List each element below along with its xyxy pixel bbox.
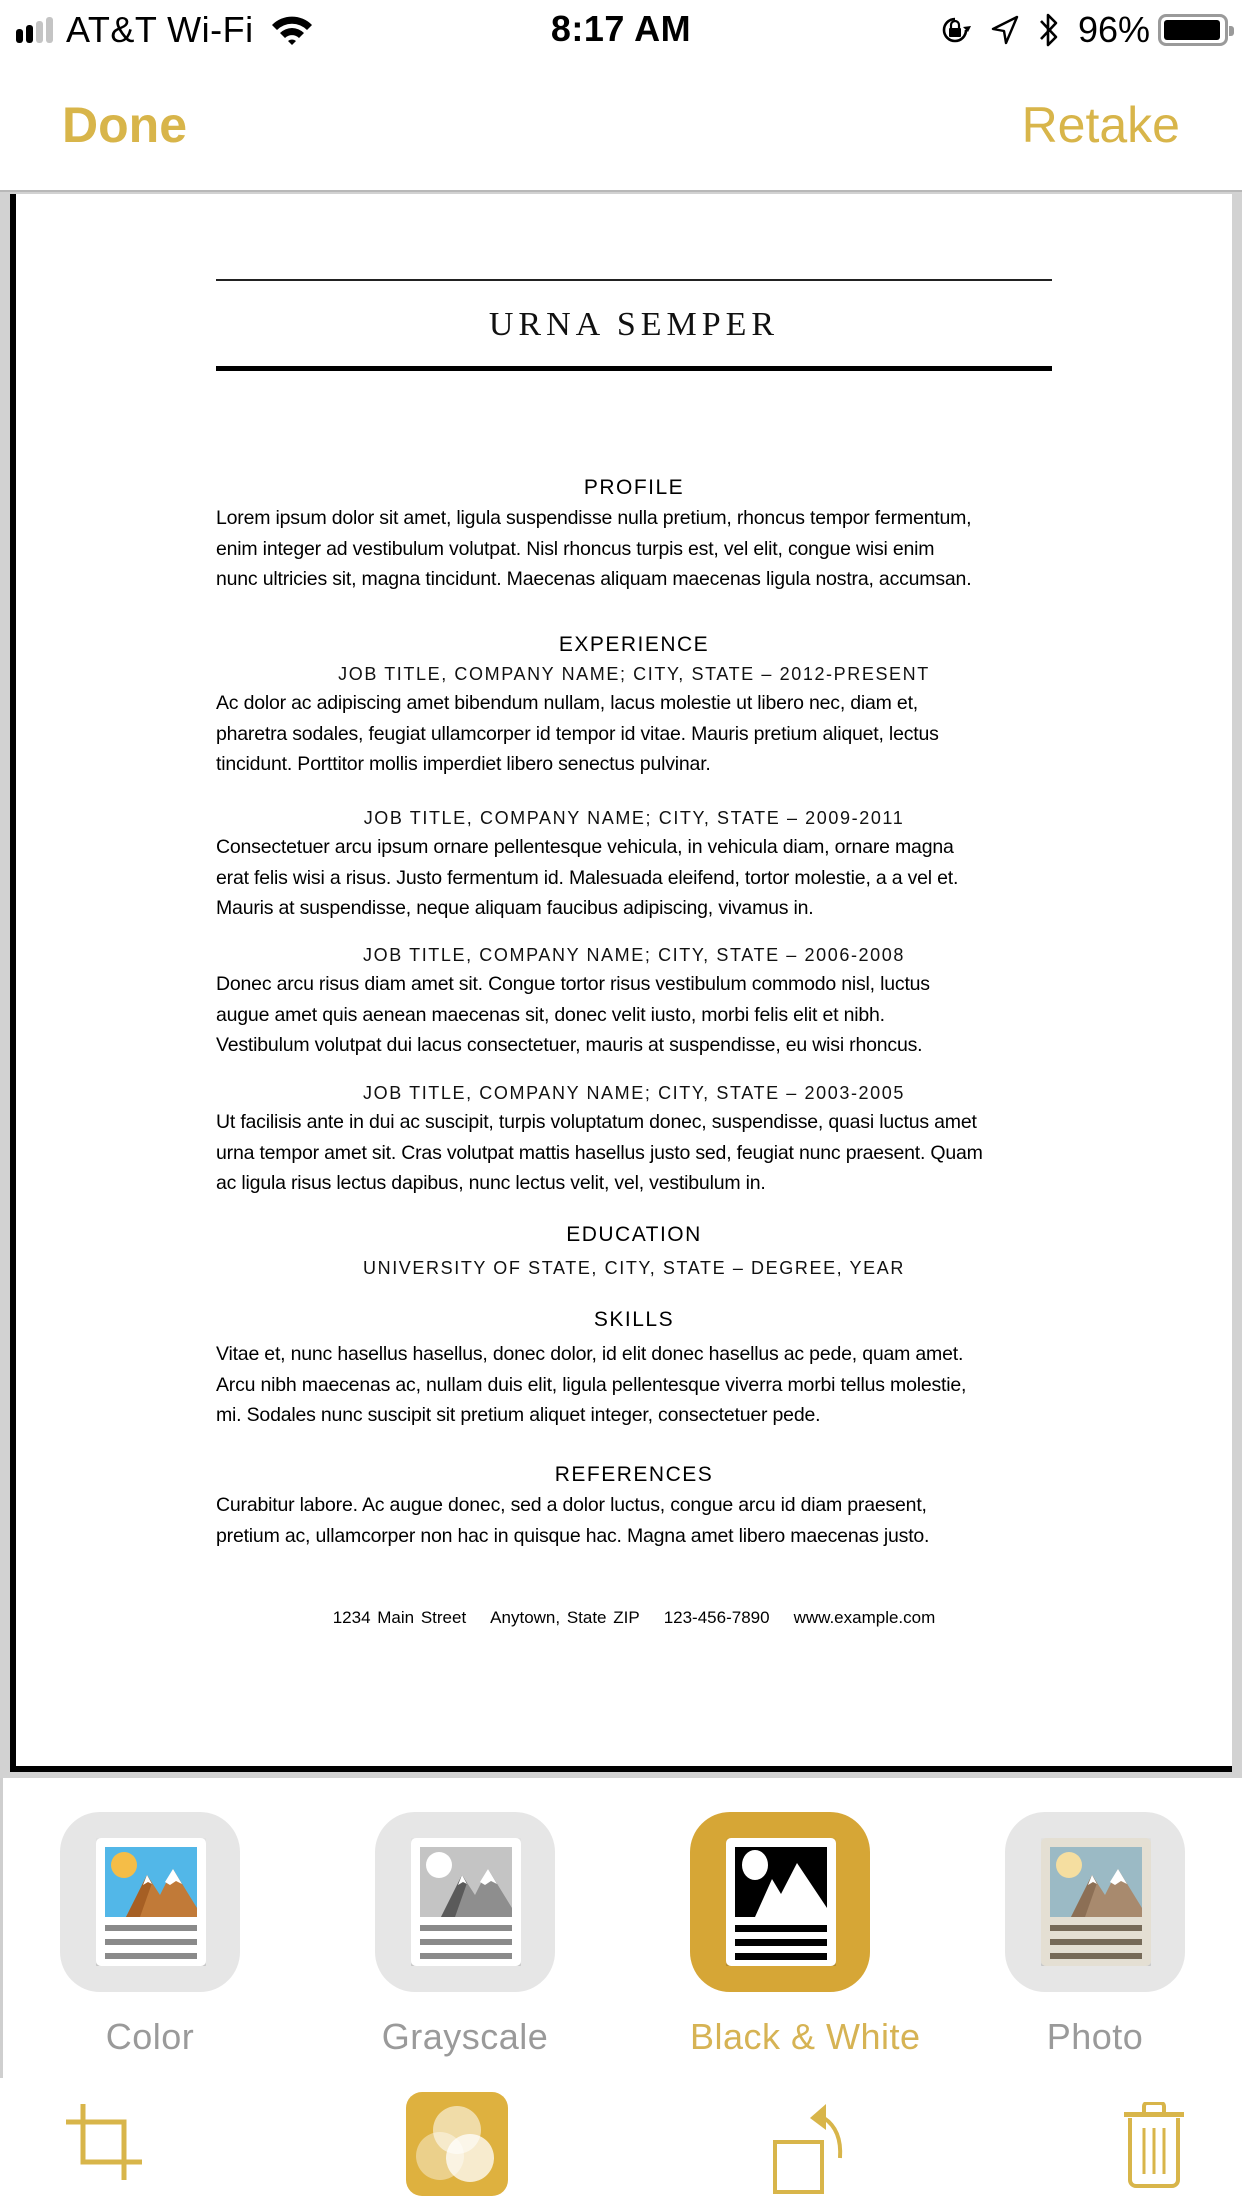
job-title: JOB TITLE, COMPANY NAME; CITY, STATE – 2…	[363, 945, 905, 965]
footer-website: www.example.com	[793, 1608, 936, 1627]
job-description: Consectetuer arcu ipsum ornare pellentes…	[216, 832, 1052, 924]
text-line: Ac dolor ac adipiscing amet bibendum nul…	[216, 692, 919, 714]
nav-bar: Done Retake	[0, 60, 1242, 190]
black-white-filter-icon	[726, 1838, 836, 1966]
orientation-lock-icon	[942, 17, 971, 43]
filter-option-grayscale[interactable]: Grayscale	[375, 1812, 559, 2058]
job-entry: JOB TITLE, COMPANY NAME; CITY, STATE – 2…	[216, 1079, 1052, 1199]
experience-heading: EXPERIENCE	[558, 633, 710, 656]
status-right: 96%	[938, 8, 1234, 52]
header-rule-top	[216, 279, 1052, 281]
text-line: Vitae et, nunc hasellus hasellus, donec …	[216, 1343, 964, 1365]
text-line: pretium ac, ullamcorper non hac in quisq…	[216, 1524, 930, 1547]
filter-tile	[375, 1812, 555, 1992]
skills-heading: SKILLS	[593, 1308, 675, 1331]
references-section: REFERENCES Curabitur labore. Ac augue do…	[216, 1460, 1052, 1551]
text-line: erat felis wisi a risus. Justo fermentum…	[216, 866, 959, 889]
job-entry: JOB TITLE, COMPANY NAME; CITY, STATE – 2…	[216, 804, 1052, 924]
header-rule-bottom	[216, 366, 1052, 371]
filter-option-color[interactable]: Color	[60, 1812, 244, 2058]
profile-heading: PROFILE	[583, 476, 685, 499]
text-line: Arcu nibh maecenas ac, nullam duis elit,…	[216, 1373, 967, 1396]
battery-icon	[1158, 14, 1234, 46]
text-line: pharetra sodales, feugiat ullamcorper id…	[216, 722, 939, 745]
rotate-icon	[773, 2104, 843, 2194]
filter-option-black-white[interactable]: Black & White	[690, 1812, 921, 2058]
grayscale-filter-icon	[411, 1838, 521, 1966]
battery-fill	[1164, 20, 1220, 40]
filter-panel: Color Grayscale Black & White Photo	[0, 1778, 1242, 2078]
filters-button[interactable]	[406, 2092, 508, 2201]
scan-preview[interactable]: URNA SEMPER PROFILE Lorem ipsum dolor si…	[0, 190, 1242, 1778]
profile-section: PROFILE Lorem ipsum dolor sit amet, ligu…	[216, 473, 1052, 595]
photo-filter-icon	[1041, 1838, 1151, 1966]
education-heading: EDUCATION	[566, 1223, 702, 1246]
delete-button[interactable]	[1124, 2101, 1184, 2193]
color-filter-icon	[96, 1838, 206, 1966]
references-paragraph: Curabitur labore. Ac augue donec, sed a …	[216, 1490, 1052, 1551]
text-line: urna tempor amet sit. Cras volutpat matt…	[216, 1141, 983, 1164]
status-bar: AT&T Wi-Fi 8:17 AM 96%	[0, 0, 1242, 60]
filter-label: Grayscale	[381, 2016, 549, 2057]
document-name: URNA SEMPER	[488, 306, 780, 343]
text-line: Donec arcu risus diam amet sit. Congue t…	[216, 973, 930, 995]
retake-button[interactable]: Retake	[1022, 96, 1180, 154]
text-line: Ut facilisis ante in dui ac suscipit, tu…	[216, 1111, 977, 1133]
filter-label: Color	[105, 2016, 195, 2057]
trash-icon	[1124, 2101, 1184, 2188]
job-title: JOB TITLE, COMPANY NAME; CITY, STATE – 2…	[363, 808, 905, 828]
skills-section: SKILLS Vitae et, nunc hasellus hasellus,…	[216, 1305, 1052, 1431]
text-line: Mauris at suspendisse, neque aliquam fau…	[216, 897, 814, 919]
footer-phone: 123-456-7890	[663, 1608, 770, 1627]
job-description: Donec arcu risus diam amet sit. Congue t…	[216, 969, 1052, 1061]
filter-option-photo[interactable]: Photo	[1005, 1812, 1189, 2058]
education-entry: UNIVERSITY OF STATE, CITY, STATE – DEGRE…	[363, 1258, 905, 1278]
text-line: augue amet quis aenean maecenas sit, don…	[216, 1003, 885, 1026]
done-button[interactable]: Done	[62, 96, 187, 154]
references-heading: REFERENCES	[554, 1463, 714, 1486]
text-line: enim integer ad vestibulum volutpat. Nis…	[216, 537, 935, 560]
filter-tile-selected	[690, 1812, 870, 1992]
filter-label: Photo	[1046, 2016, 1144, 2057]
footer-city: Anytown, State ZIP	[490, 1608, 640, 1627]
filter-label: Black & White	[690, 2016, 921, 2057]
filter-tile	[60, 1812, 240, 1992]
job-description: Ac dolor ac adipiscing amet bibendum nul…	[216, 688, 1052, 780]
crop-button[interactable]	[66, 2104, 142, 2185]
skills-paragraph: Vitae et, nunc hasellus hasellus, donec …	[216, 1339, 1052, 1431]
job-entry: JOB TITLE, COMPANY NAME; CITY, STATE – 2…	[216, 660, 1052, 780]
job-title: JOB TITLE, COMPANY NAME; CITY, STATE – 2…	[363, 1083, 905, 1103]
filter-tile	[1005, 1812, 1185, 1992]
document-footer: 1234 Main Street Anytown, State ZIP 123-45…	[216, 1608, 1052, 1628]
battery-tip	[1229, 26, 1234, 36]
text-line: Vestibulum volutpat dui lacus consectetu…	[216, 1034, 923, 1056]
text-line: nunc ultricies sit, magna tincidunt. Mae…	[216, 568, 972, 590]
profile-paragraph: Lorem ipsum dolor sit amet, ligula suspe…	[216, 503, 1052, 595]
bluetooth-icon	[1039, 13, 1058, 47]
location-icon	[991, 15, 1019, 45]
education-section: EDUCATION UNIVERSITY OF STATE, CITY, STA…	[216, 1220, 1052, 1282]
scanned-document: URNA SEMPER PROFILE Lorem ipsum dolor si…	[10, 194, 1232, 1772]
filters-icon	[406, 2092, 508, 2196]
footer-address: 1234 Main Street	[332, 1608, 467, 1627]
rotate-button[interactable]	[772, 2100, 846, 2201]
job-entry: JOB TITLE, COMPANY NAME; CITY, STATE – 2…	[216, 941, 1052, 1061]
text-line: tincidunt. Porttitor mollis imperdiet li…	[216, 753, 711, 775]
text-line: Lorem ipsum dolor sit amet, ligula suspe…	[216, 507, 972, 529]
experience-section: EXPERIENCE JOB TITLE, COMPANY NAME; CITY…	[216, 630, 1052, 780]
text-line: Curabitur labore. Ac augue donec, sed a …	[216, 1494, 927, 1516]
job-description: Ut facilisis ante in dui ac suscipit, tu…	[216, 1107, 1052, 1199]
text-line: ac ligula risus lectus dapibus, nunc lec…	[216, 1172, 766, 1194]
battery-percent: 96%	[1077, 9, 1150, 50]
text-line: mi. Sodales nunc suscipit sit pretium al…	[216, 1404, 821, 1426]
crop-icon	[66, 2104, 142, 2180]
job-title: JOB TITLE, COMPANY NAME; CITY, STATE – 2…	[338, 664, 930, 684]
text-line: Consectetuer arcu ipsum ornare pellentes…	[216, 836, 954, 858]
bottom-toolbar	[0, 2078, 1242, 2208]
